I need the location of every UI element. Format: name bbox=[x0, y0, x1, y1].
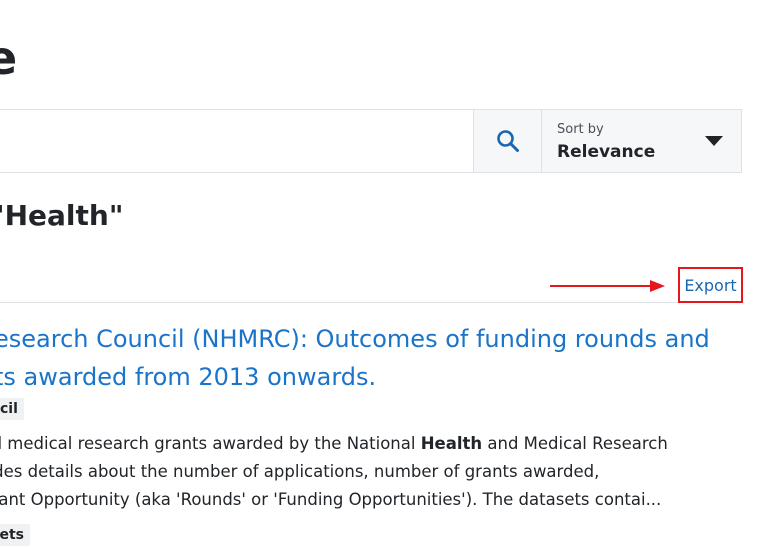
sort-by-select[interactable]: Sort by Relevance bbox=[541, 110, 741, 172]
search-input[interactable] bbox=[0, 110, 473, 172]
search-page: e Sort by Relevance "Health" Export esea… bbox=[0, 0, 782, 547]
result-title-line: esearch Council (NHMRC): Outcomes of fun… bbox=[0, 325, 710, 353]
result-title-link[interactable]: esearch Council (NHMRC): Outcomes of fun… bbox=[0, 320, 774, 396]
annotation-arrow-icon bbox=[550, 280, 665, 292]
search-icon bbox=[496, 130, 519, 152]
export-link[interactable]: Export bbox=[678, 267, 743, 303]
page-title: e bbox=[0, 31, 18, 85]
result-description: h and medical research grants awarded by… bbox=[0, 430, 754, 514]
result-title-line: ts awarded from 2013 onwards. bbox=[0, 363, 377, 391]
format-badge: eets bbox=[0, 524, 31, 546]
description-line: ch Grant Opportunity (aka 'Rounds' or 'F… bbox=[0, 490, 662, 509]
description-text: and Medical Research bbox=[482, 434, 668, 453]
search-button[interactable] bbox=[473, 110, 541, 172]
description-text: and medical research grants awarded by t… bbox=[0, 434, 421, 453]
description-line: includes details about the number of app… bbox=[0, 462, 600, 481]
organisation-badge: ncil bbox=[0, 398, 24, 420]
results-toolbar: Export bbox=[0, 266, 743, 303]
search-bar: Sort by Relevance bbox=[0, 109, 742, 173]
caret-down-icon bbox=[705, 136, 723, 146]
highlight-term: Health bbox=[420, 434, 483, 453]
sort-by-value: Relevance bbox=[557, 142, 656, 162]
sort-by-label: Sort by bbox=[557, 122, 604, 137]
description-line: h and medical research grants awarded by… bbox=[0, 430, 754, 458]
result-title[interactable]: esearch Council (NHMRC): Outcomes of fun… bbox=[0, 320, 774, 396]
results-heading: "Health" bbox=[0, 199, 124, 232]
